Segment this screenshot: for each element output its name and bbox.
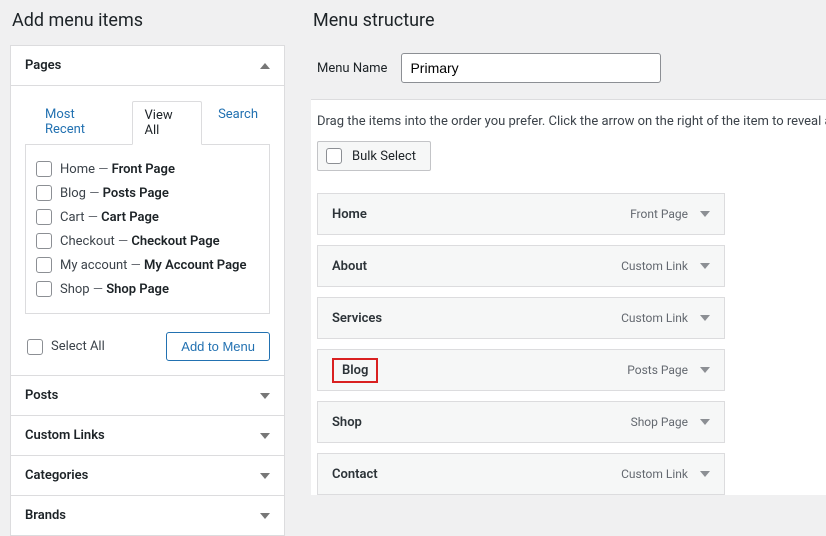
accordion-custom-links-header[interactable]: Custom Links (11, 416, 284, 455)
page-list-item[interactable]: Blog — Posts Page (36, 181, 259, 205)
page-item-name: Checkout (60, 234, 115, 249)
accordion-posts: Posts (10, 375, 285, 416)
select-all-checkbox[interactable] (27, 339, 43, 355)
menu-item[interactable]: Contact Custom Link (317, 453, 725, 495)
menu-items-list: Home Front Page About Custom Link Services Cu… (317, 193, 725, 495)
chevron-down-icon (260, 393, 270, 399)
menu-item-type: Custom Link (621, 311, 688, 325)
chevron-down-icon (260, 433, 270, 439)
highlight-box: Blog (332, 358, 378, 383)
menu-item[interactable]: Blog Posts Page (317, 349, 725, 391)
accordion-pages-label: Pages (25, 58, 61, 73)
accordion-pages-body: Most Recent View All Search Home — Front… (11, 85, 284, 375)
menu-structure-panel: Menu structure Menu Name Drag the items … (295, 0, 826, 522)
menu-item[interactable]: Shop Shop Page (317, 401, 725, 443)
menu-item-type: Custom Link (621, 259, 688, 273)
menu-structure-body: Drag the items into the order you prefer… (311, 99, 826, 495)
page-item-name: Shop (60, 282, 90, 297)
page-item-suffix: Front Page (112, 162, 175, 177)
accordion-pages: Pages Most Recent View All Search Home —… (10, 45, 285, 376)
menu-item-title: Blog (332, 358, 378, 383)
drag-instructions: Drag the items into the order you prefer… (317, 114, 826, 129)
page-item-name: Cart (60, 210, 85, 225)
page-list: Home — Front PageBlog — Posts PageCart —… (25, 144, 270, 314)
page-list-item[interactable]: Shop — Shop Page (36, 277, 259, 301)
page-item-suffix: Posts Page (103, 186, 169, 201)
chevron-down-icon[interactable] (700, 263, 710, 269)
accordion-custom-links-label: Custom Links (25, 428, 105, 443)
menu-name-input[interactable] (401, 53, 661, 83)
menu-item[interactable]: Services Custom Link (317, 297, 725, 339)
accordion-posts-header[interactable]: Posts (11, 376, 284, 415)
menu-item-title: Shop (332, 415, 362, 430)
menu-item-type: Posts Page (627, 363, 688, 377)
chevron-down-icon[interactable] (700, 471, 710, 477)
chevron-down-icon (260, 513, 270, 519)
page-item-suffix: Cart Page (101, 210, 159, 225)
page-item-suffix: My Account Page (144, 258, 246, 273)
accordion-brands-header[interactable]: Brands (11, 496, 284, 535)
page-list-item[interactable]: My account — My Account Page (36, 253, 259, 277)
page-item-checkbox[interactable] (36, 257, 52, 273)
menu-item-type: Shop Page (631, 415, 688, 429)
bulk-select-label: Bulk Select (352, 149, 416, 164)
pages-tabs: Most Recent View All Search (29, 100, 270, 144)
page-item-checkbox[interactable] (36, 185, 52, 201)
page-item-name: Blog (60, 186, 86, 201)
page-item-name: My account (60, 258, 127, 273)
chevron-down-icon (260, 473, 270, 479)
select-all-text: Select All (51, 339, 105, 354)
accordion-pages-header[interactable]: Pages (11, 46, 284, 85)
page-item-suffix: Checkout Page (131, 234, 219, 249)
accordion-posts-label: Posts (25, 388, 58, 403)
page-item-checkbox[interactable] (36, 233, 52, 249)
chevron-down-icon[interactable] (700, 419, 710, 425)
chevron-up-icon (260, 63, 270, 69)
page-item-suffix: Shop Page (106, 282, 169, 297)
menu-structure-heading: Menu structure (313, 10, 826, 31)
menu-item-title: Contact (332, 467, 378, 482)
menu-item-type: Front Page (630, 207, 688, 221)
chevron-down-icon[interactable] (700, 315, 710, 321)
accordion-categories-header[interactable]: Categories (11, 456, 284, 495)
menu-name-label: Menu Name (317, 61, 387, 76)
accordion-brands: Brands (10, 495, 285, 536)
menu-item[interactable]: Home Front Page (317, 193, 725, 235)
bulk-select-button[interactable]: Bulk Select (317, 141, 431, 171)
chevron-down-icon[interactable] (700, 211, 710, 217)
page-item-name: Home (60, 162, 95, 177)
accordion-categories-label: Categories (25, 468, 88, 483)
tab-most-recent[interactable]: Most Recent (33, 101, 128, 145)
add-to-menu-button[interactable]: Add to Menu (166, 332, 270, 361)
page-item-checkbox[interactable] (36, 281, 52, 297)
accordion-custom-links: Custom Links (10, 415, 285, 456)
chevron-down-icon[interactable] (700, 367, 710, 373)
page-item-checkbox[interactable] (36, 209, 52, 225)
pages-controls: Select All Add to Menu (25, 332, 270, 361)
menu-item-title: Home (332, 207, 367, 222)
menu-item-title: Services (332, 311, 382, 326)
add-menu-items-heading: Add menu items (12, 10, 285, 31)
page-list-item[interactable]: Cart — Cart Page (36, 205, 259, 229)
accordion-brands-label: Brands (25, 508, 66, 523)
menu-name-row: Menu Name (311, 45, 826, 99)
menu-item-type: Custom Link (621, 467, 688, 481)
select-all-label[interactable]: Select All (25, 339, 105, 355)
accordion-categories: Categories (10, 455, 285, 496)
add-menu-items-panel: Add menu items Pages Most Recent View Al… (0, 0, 295, 522)
menu-item[interactable]: About Custom Link (317, 245, 725, 287)
tab-view-all[interactable]: View All (132, 101, 203, 145)
bulk-select-checkbox[interactable] (326, 148, 342, 164)
page-list-item[interactable]: Checkout — Checkout Page (36, 229, 259, 253)
page-list-item[interactable]: Home — Front Page (36, 157, 259, 181)
tab-search[interactable]: Search (206, 101, 270, 145)
menu-item-title: About (332, 259, 367, 274)
page-item-checkbox[interactable] (36, 161, 52, 177)
